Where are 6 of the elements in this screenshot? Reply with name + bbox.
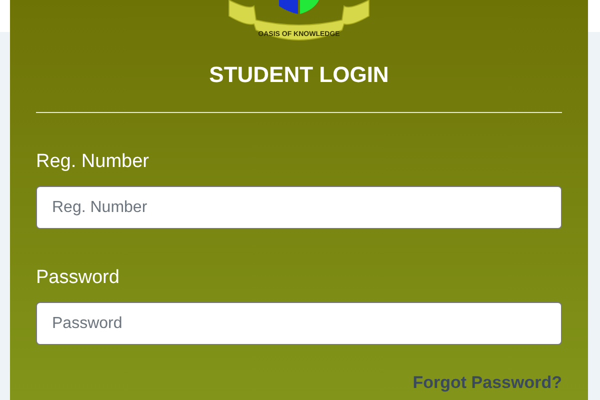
input-field[interactable]: Password — [36, 302, 562, 345]
login-title: STUDENT LOGIN — [209, 62, 389, 88]
forgot-password-link[interactable]: Forgot Password? — [412, 373, 562, 393]
field-label: Reg. Number — [36, 151, 149, 173]
input-field[interactable]: Reg. Number — [36, 186, 562, 229]
field-label: Password — [36, 267, 120, 289]
